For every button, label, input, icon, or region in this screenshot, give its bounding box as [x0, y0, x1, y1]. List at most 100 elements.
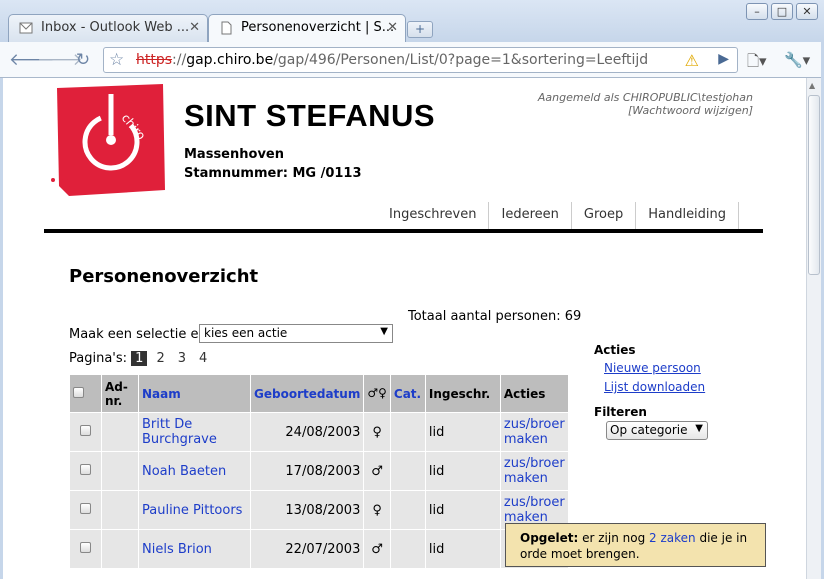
sort-naam-link[interactable]: Naam — [142, 387, 181, 401]
gender-cell: ♂ — [363, 529, 391, 569]
page-link-2[interactable]: 2 — [152, 351, 168, 366]
acties-cell: zus/broer maken — [499, 412, 569, 452]
page-link-1[interactable]: 1 — [131, 351, 148, 366]
row-checkbox[interactable] — [80, 463, 91, 475]
person-link[interactable]: Niels Brion — [142, 542, 212, 557]
col-cat: Cat. — [389, 374, 426, 413]
browser-titlebar: Inbox - Outlook Web ... ✕ Personenoverzi… — [0, 0, 824, 43]
main-nav: Ingeschreven Iedereen Groep Handleiding — [377, 202, 740, 231]
bookmark-star-icon[interactable]: ☆ — [109, 50, 124, 70]
table-row: Pauline Pittoors 13/08/2003 ♀ lid zus/br… — [69, 490, 569, 530]
cat-cell — [389, 412, 426, 452]
geboortedatum-cell: 24/08/2003 — [249, 412, 365, 452]
row-checkbox-cell — [69, 490, 102, 530]
nav-handleiding[interactable]: Handleiding — [635, 202, 740, 231]
cat-cell — [389, 451, 426, 491]
notice-label: Opgelet: — [520, 531, 579, 545]
nav-iedereen[interactable]: Iedereen — [488, 202, 570, 231]
ingeschr-cell: lid — [424, 529, 501, 569]
sort-cat-link[interactable]: Cat. — [394, 387, 421, 401]
back-icon[interactable]: 🡐 — [9, 49, 55, 71]
download-list-link[interactable]: Lijst downloaden — [604, 380, 705, 394]
gender-cell: ♀ — [363, 490, 391, 530]
security-warning-icon[interactable]: ⚠ — [685, 51, 699, 70]
person-link[interactable]: Pauline Pittoors — [142, 503, 242, 518]
table-row: Britt De Burchgrave 24/08/2003 ♀ lid zus… — [69, 412, 569, 452]
table-row: Noah Baeten 17/08/2003 ♂ lid zus/broer m… — [69, 451, 569, 491]
page-link-3[interactable]: 3 — [174, 351, 190, 366]
wrench-menu-icon[interactable]: 🔧▾ — [784, 51, 810, 69]
tab-label: Personenoverzicht | S... — [241, 20, 395, 35]
org-stamnummer: Stamnummer: MG /0113 — [184, 166, 362, 181]
forward-icon[interactable]: 🡒 — [37, 49, 83, 71]
sidebar-acties-title: Acties — [594, 343, 636, 357]
url-host: gap.chiro.be — [186, 52, 274, 68]
col-acties: Acties — [499, 374, 569, 413]
total-count: Totaal aantal personen: 69 — [408, 309, 582, 324]
url-text[interactable]: https://gap.chiro.be/gap/496/Personen/Li… — [136, 52, 648, 68]
close-window-button[interactable]: ✕ — [796, 3, 818, 20]
dropdown-arrow-icon: ▼ — [695, 423, 703, 434]
col-adnr: Ad-nr. — [101, 374, 139, 413]
logged-in-text: Aangemeld als CHIROPUBLIC\testjohan — [537, 91, 753, 104]
row-checkbox[interactable] — [80, 502, 91, 514]
address-bar[interactable]: ☆ https://gap.chiro.be/gap/496/Personen/… — [103, 47, 738, 73]
tab-personenoverzicht[interactable]: Personenoverzicht | S... ✕ — [208, 14, 406, 43]
scroll-up-icon[interactable]: ▲ — [809, 81, 815, 90]
row-checkbox[interactable] — [80, 424, 91, 436]
pagination: Pagina's: 1234 — [69, 351, 216, 366]
nav-divider — [44, 229, 763, 233]
naam-cell: Britt De Burchgrave — [138, 412, 251, 452]
adnr-cell — [101, 451, 139, 491]
nav-groep[interactable]: Groep — [570, 202, 635, 231]
filter-select-value: Op categorie — [610, 423, 688, 437]
naam-cell: Niels Brion — [138, 529, 251, 569]
tab-inbox[interactable]: Inbox - Outlook Web ... ✕ — [8, 14, 208, 42]
new-tab-button[interactable]: + — [407, 21, 433, 38]
person-link[interactable]: Noah Baeten — [142, 464, 226, 479]
change-password-link[interactable]: [Wachtwoord wijzigen] — [628, 104, 753, 117]
adnr-cell — [101, 490, 139, 530]
category-filter-select[interactable]: Op categorie ▼ — [606, 421, 708, 440]
adnr-cell — [101, 529, 139, 569]
scrollbar-thumb[interactable] — [808, 95, 820, 275]
col-ingeschr: Ingeschr. — [424, 374, 501, 413]
gender-cell: ♀ — [363, 412, 391, 452]
minimize-button[interactable]: – — [746, 3, 768, 20]
geboortedatum-cell: 17/08/2003 — [249, 451, 365, 491]
page-menu-icon[interactable]: 🗋▾ — [747, 51, 767, 76]
notice-text: er zijn nog — [578, 531, 650, 545]
naam-cell: Noah Baeten — [138, 451, 251, 491]
cat-cell — [389, 529, 426, 569]
page-link-4[interactable]: 4 — [195, 351, 211, 366]
sibling-link[interactable]: zus/broer maken — [504, 495, 565, 525]
action-select[interactable]: kies een actie ▼ — [199, 324, 393, 343]
select-all-checkbox[interactable] — [73, 386, 84, 398]
chiro-logo: chiro — [51, 80, 169, 200]
page-favicon-icon — [219, 21, 233, 35]
row-checkbox-cell — [69, 451, 102, 491]
new-person-link[interactable]: Nieuwe persoon — [604, 361, 701, 375]
person-link[interactable]: Britt De Burchgrave — [142, 417, 217, 447]
reload-icon[interactable]: ↻ — [72, 49, 94, 71]
close-tab-icon[interactable]: ✕ — [387, 20, 398, 35]
page-viewport: chiro SINT STEFANUS Massenhoven Stamnumm… — [3, 78, 806, 579]
maximize-button[interactable]: □ — [771, 3, 793, 20]
vertical-scrollbar[interactable]: ▲ — [806, 78, 821, 579]
sort-geboortedatum-link[interactable]: Geboortedatum — [254, 387, 360, 401]
go-icon[interactable]: ▶ — [718, 51, 729, 67]
notice-link[interactable]: 2 zaken — [649, 531, 696, 545]
org-name: SINT STEFANUS — [184, 98, 436, 133]
geboortedatum-cell: 13/08/2003 — [249, 490, 365, 530]
sibling-link[interactable]: zus/broer maken — [504, 456, 565, 486]
row-checkbox[interactable] — [80, 541, 91, 553]
naam-cell: Pauline Pittoors — [138, 490, 251, 530]
ingeschr-cell: lid — [424, 412, 501, 452]
nav-ingeschreven[interactable]: Ingeschreven — [377, 202, 488, 231]
sidebar-filter-title: Filteren — [594, 405, 647, 419]
pagination-label: Pagina's: — [69, 351, 128, 366]
gender-cell: ♂ — [363, 451, 391, 491]
col-gender: ♂♀ — [363, 374, 391, 413]
close-tab-icon[interactable]: ✕ — [189, 20, 200, 35]
sibling-link[interactable]: zus/broer maken — [504, 417, 565, 447]
